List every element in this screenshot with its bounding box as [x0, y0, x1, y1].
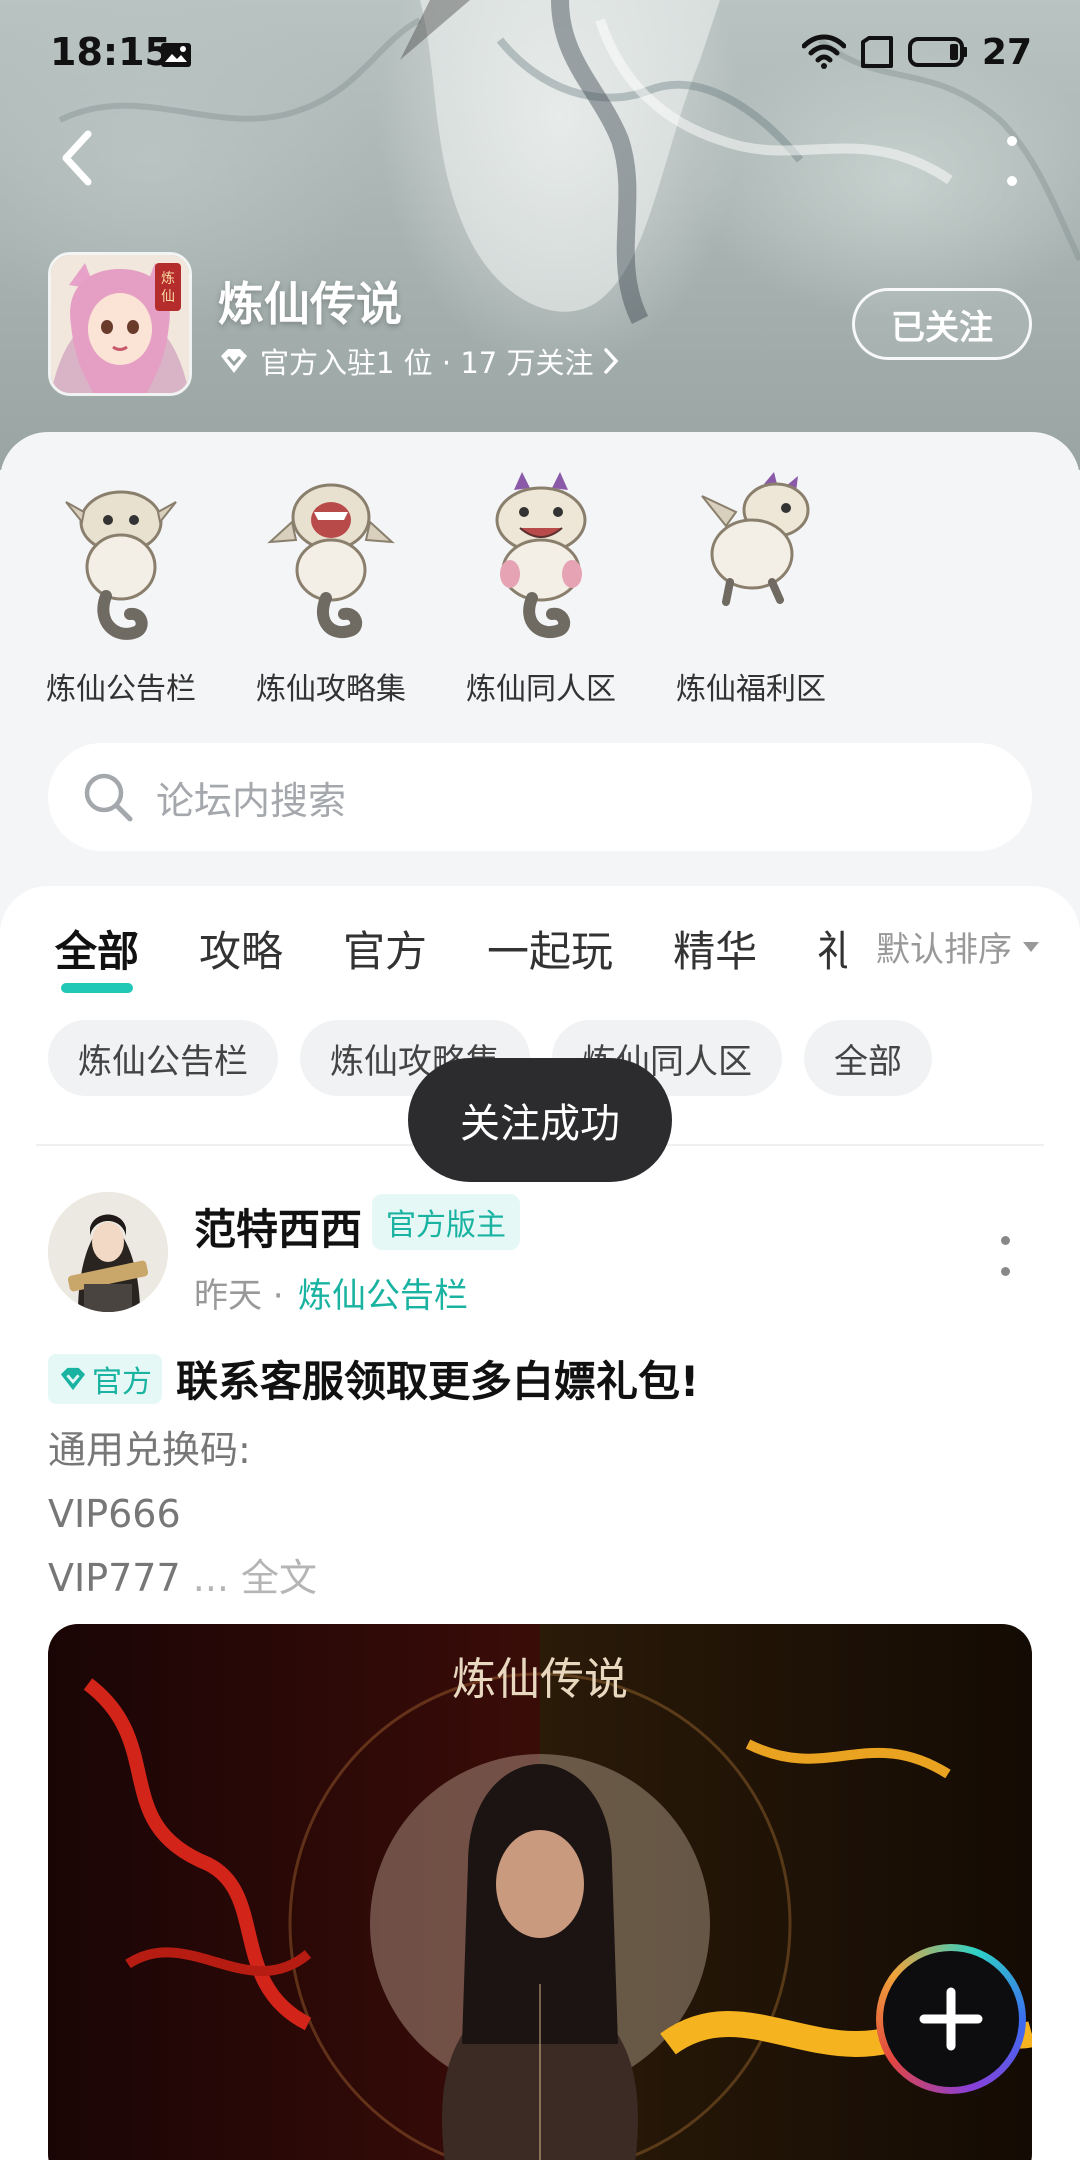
- post-time: 昨天 ·: [194, 1276, 284, 1316]
- tab-gifts[interactable]: 礼: [817, 918, 847, 979]
- mascot-image: [495, 472, 587, 638]
- moderator-badge: 官方版主: [372, 1194, 520, 1250]
- sub-forum-label: 炼仙同人区: [466, 672, 616, 707]
- sub-forum-benefits[interactable]: 炼仙福利区: [666, 462, 836, 708]
- back-button[interactable]: [52, 128, 102, 188]
- tab-official[interactable]: 官方: [343, 918, 427, 979]
- game-character-image: 炼 仙: [51, 255, 189, 393]
- tab-featured[interactable]: 精华: [673, 918, 757, 979]
- post-image-logo: 炼仙传说: [452, 1654, 628, 1705]
- post-body-line: VIP777 ... 全文: [48, 1546, 317, 1610]
- sort-label: 默认排序: [876, 930, 1012, 970]
- post-title-row[interactable]: 官方 联系客服领取更多白嫖礼包!: [48, 1348, 699, 1409]
- plus-icon: [919, 1987, 983, 2051]
- more-icon-dot: [1000, 1267, 1010, 1276]
- sub-forum-announcement[interactable]: 炼仙公告栏: [36, 462, 206, 708]
- sub-forum-label: 炼仙福利区: [676, 672, 826, 707]
- diamond-icon: [60, 1367, 86, 1390]
- status-bar: 18:15 27: [0, 0, 1080, 100]
- post-body-line: VIP666: [48, 1492, 181, 1536]
- diamond-icon: [221, 349, 247, 373]
- author-avatar[interactable]: [48, 1192, 168, 1312]
- more-icon-dot: [1007, 136, 1017, 146]
- follow-button[interactable]: 已关注: [852, 288, 1032, 360]
- mascot-image: [65, 490, 177, 640]
- image-icon: [161, 43, 191, 67]
- back-icon: [62, 130, 92, 186]
- status-time: 18:15: [50, 30, 171, 74]
- search-placeholder: 论坛内搜索: [156, 778, 347, 823]
- official-badge: 官方: [48, 1353, 162, 1404]
- battery-icon: [907, 37, 967, 67]
- post-image-art: 炼仙传说: [48, 1624, 1032, 2160]
- post-author[interactable]: 范特西西: [194, 1196, 362, 1257]
- fab-inner: [883, 1951, 1019, 2087]
- feed-tabs: 全部 攻略 官方 一起玩 精华 礼: [55, 918, 847, 998]
- status-icons: 27: [801, 30, 1032, 74]
- read-more-link[interactable]: ... 全文: [181, 1556, 317, 1600]
- game-icon[interactable]: 炼 仙: [48, 252, 192, 396]
- battery-level: 27: [981, 31, 1032, 73]
- caret-down-icon: [1023, 941, 1039, 952]
- sub-forum-label: 炼仙攻略集: [256, 672, 406, 707]
- avatar-image: [48, 1192, 168, 1312]
- official-badge-label: 官方: [92, 1364, 152, 1400]
- create-post-button[interactable]: [876, 1944, 1026, 2094]
- tab-play-together[interactable]: 一起玩: [487, 918, 613, 979]
- follow-success-toast: 关注成功: [408, 1058, 672, 1182]
- chevron-right-icon: [604, 348, 619, 374]
- more-icon-dot: [1007, 176, 1017, 186]
- post-forum-link[interactable]: 炼仙公告栏: [298, 1268, 468, 1317]
- search-icon: [84, 773, 133, 822]
- more-icon-dot: [1000, 1236, 1010, 1245]
- svg-text:仙: 仙: [161, 289, 175, 305]
- tab-guides[interactable]: 攻略: [199, 918, 283, 979]
- post-image[interactable]: 炼仙传说: [48, 1624, 1032, 2160]
- sim-icon: [860, 36, 893, 68]
- mascot-image: [701, 472, 810, 606]
- sub-forum-fanart[interactable]: 炼仙同人区: [456, 462, 626, 708]
- chip-announcement[interactable]: 炼仙公告栏: [48, 1020, 278, 1096]
- sub-forum-label: 炼仙公告栏: [46, 672, 196, 707]
- tab-all[interactable]: 全部: [55, 918, 139, 993]
- chip-all[interactable]: 全部: [804, 1020, 932, 1096]
- game-meta[interactable]: 官方入驻1 位 · 17 万关注: [218, 340, 619, 382]
- post-more-button[interactable]: [998, 1236, 1012, 1276]
- game-meta-text: 官方入驻1 位 · 17 万关注: [260, 346, 594, 380]
- post-body[interactable]: 通用兑换码: VIP666 VIP777 ... 全文: [48, 1418, 317, 1610]
- svg-text:炼: 炼: [161, 271, 175, 287]
- mascot-image: [267, 483, 395, 638]
- post-body-line: 通用兑换码:: [48, 1428, 251, 1472]
- sub-forum-guides[interactable]: 炼仙攻略集: [246, 462, 416, 708]
- post-title: 联系客服领取更多白嫖礼包!: [176, 1357, 700, 1406]
- game-title: 炼仙传说: [218, 277, 402, 331]
- wifi-icon: [801, 34, 846, 69]
- forum-header: 18:15 27 炼 仙 炼仙传说 官方入驻1 位 · 17 万关注 已关注: [0, 0, 1080, 470]
- more-button[interactable]: [1000, 136, 1024, 186]
- sort-dropdown[interactable]: 默认排序: [866, 922, 1040, 971]
- post-body-line-text: VIP777: [48, 1556, 181, 1600]
- search-input[interactable]: 论坛内搜索: [48, 743, 1032, 851]
